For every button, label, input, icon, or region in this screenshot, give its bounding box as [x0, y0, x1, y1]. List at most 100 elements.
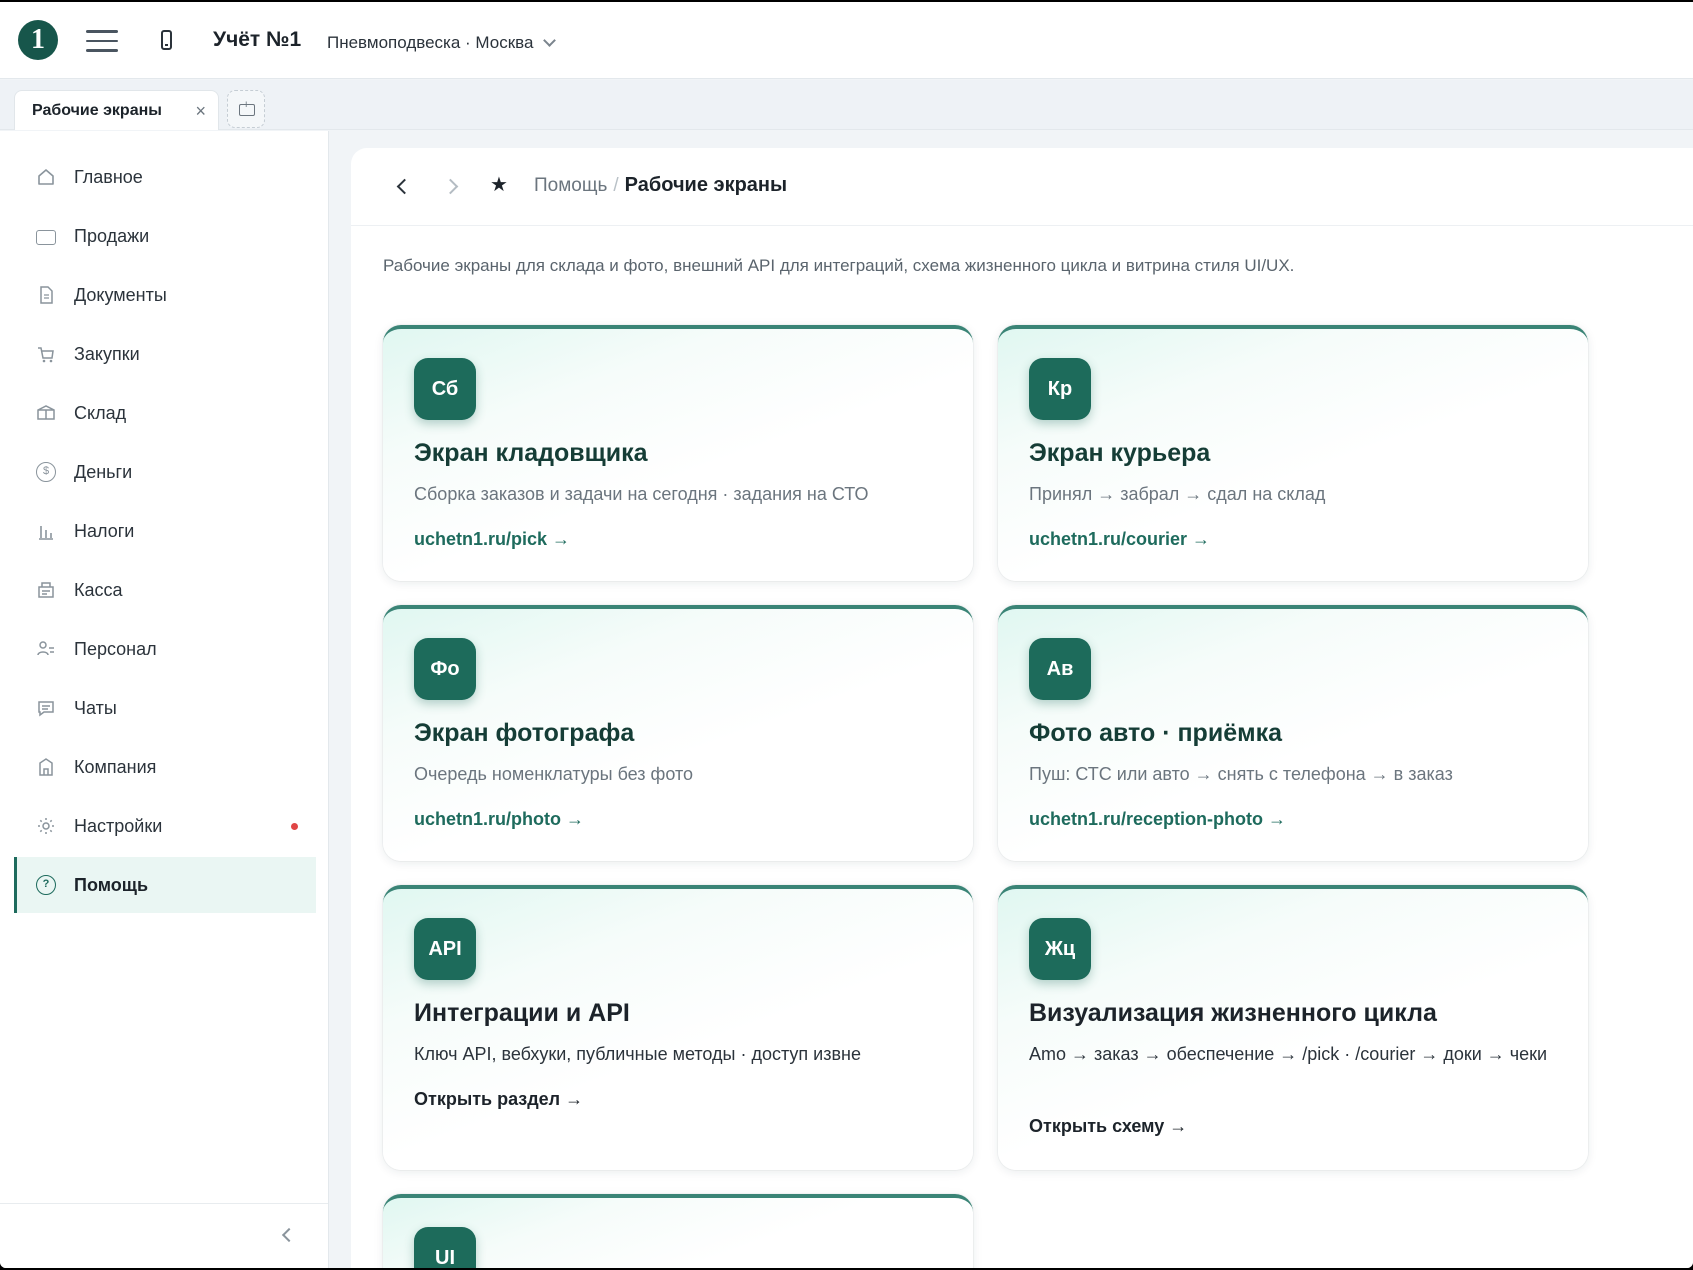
sidebar-item-taxes[interactable]: Налоги	[14, 503, 316, 559]
sidebar-item-sales[interactable]: Продажи	[14, 208, 316, 264]
card-car-photo[interactable]: Ав Фото авто · приёмка Пуш: СТС или авто…	[998, 605, 1588, 861]
card-title: Экран кладовщика	[414, 439, 648, 467]
sidebar-item-label: Чаты	[74, 697, 117, 718]
sidebar-item-label: Персонал	[74, 638, 157, 659]
card-link[interactable]: uchetn1.ru/reception-photo →	[1029, 809, 1286, 830]
sidebar-item-staff[interactable]: Персонал	[14, 621, 316, 677]
card-badge: Жц	[1029, 918, 1091, 980]
sidebar-item-purchases[interactable]: Закупки	[14, 326, 316, 382]
document-icon	[36, 285, 56, 305]
sidebar-item-label: Настройки	[74, 815, 163, 836]
cart-icon	[36, 344, 56, 364]
intro-text: Рабочие экраны для склада и фото, внешни…	[383, 256, 1295, 275]
card-badge: Сб	[414, 358, 476, 420]
sidebar-item-label: Касса	[74, 579, 123, 600]
phone-icon[interactable]	[161, 30, 172, 50]
sidebar-item-label: Документы	[74, 284, 167, 305]
sidebar-item-label: Налоги	[74, 520, 135, 541]
sidebar-item-label: Деньги	[74, 461, 133, 482]
close-icon[interactable]: ×	[195, 91, 206, 131]
sidebar-item-warehouse[interactable]: Склад	[14, 385, 316, 441]
app-title: Учёт №1	[213, 28, 302, 51]
card-title: Фото авто · приёмка	[1029, 719, 1283, 747]
chevron-down-icon	[543, 34, 557, 47]
company-name: Пневмоподвеска · Москва	[327, 33, 534, 52]
app-window: 1 Учёт №1 Пневмоподвеска · Москва Рабочи…	[0, 2, 1693, 1268]
card-ui[interactable]: UI	[383, 1194, 973, 1268]
card-link[interactable]: Открыть схему →	[1029, 1116, 1187, 1137]
card-lifecycle[interactable]: Жц Визуализация жизненного цикла Amo → з…	[998, 885, 1588, 1170]
sidebar-item-documents[interactable]: Документы	[14, 267, 316, 323]
sidebar-item-main[interactable]: Главное	[14, 149, 316, 205]
card-title: Экран фотографа	[414, 719, 635, 747]
menu-icon[interactable]	[86, 30, 118, 52]
card-desc: Amo → заказ → обеспечение → /pick · /cou…	[1029, 1044, 1548, 1064]
notification-dot	[291, 823, 298, 830]
breadcrumb-separator: /	[613, 175, 619, 196]
sidebar-item-label: Склад	[74, 402, 127, 423]
sidebar-item-company[interactable]: Компания	[14, 739, 316, 795]
sidebar-item-cashbox[interactable]: Касса	[14, 562, 316, 618]
cashbox-icon	[36, 580, 56, 600]
main-content: ★ Помощь / Рабочие экраны Рабочие экраны д…	[351, 148, 1693, 1268]
add-tab-button[interactable]	[227, 90, 265, 128]
card-photographer[interactable]: Фо Экран фотографа Очередь номенклатуры …	[383, 605, 973, 861]
settings-icon	[36, 816, 56, 836]
sidebar-item-label: Компания	[74, 756, 157, 777]
card-storekeeper[interactable]: Сб Экран кладовщика Сборка заказов и зад…	[383, 325, 973, 581]
collapse-sidebar-icon[interactable]	[281, 1227, 297, 1243]
company-icon	[36, 757, 56, 777]
tab-work-screens[interactable]: Рабочие экраны ×	[14, 90, 219, 130]
card-desc: Пуш: СТС или авто → снять с телефона → в…	[1029, 764, 1453, 784]
sidebar-item-label: Продажи	[74, 225, 150, 246]
breadcrumb: Помощь / Рабочие экраны	[534, 174, 787, 197]
card-courier[interactable]: Кр Экран курьера Принял → забрал → сдал …	[998, 325, 1588, 581]
tab-label: Рабочие экраны	[32, 102, 162, 119]
company-selector[interactable]: Пневмоподвеска · Москва	[327, 33, 557, 53]
folder-add-icon	[239, 99, 255, 116]
sidebar-item-help[interactable]: ? Помощь	[14, 857, 316, 913]
help-icon: ?	[36, 875, 56, 895]
sales-icon	[36, 230, 56, 245]
box-icon	[36, 403, 56, 423]
card-desc: Принял → забрал → сдал на склад	[1029, 484, 1326, 504]
chat-icon	[36, 698, 56, 718]
card-title: Экран курьера	[1029, 439, 1211, 467]
star-icon[interactable]: ★	[490, 172, 508, 197]
sidebar-footer	[0, 1203, 328, 1268]
tabs-row: Рабочие экраны ×	[0, 80, 1693, 130]
forward-arrow-icon[interactable]	[442, 178, 459, 195]
home-icon	[36, 167, 56, 187]
card-link[interactable]: Открыть раздел →	[414, 1089, 583, 1110]
card-badge: Кр	[1029, 358, 1091, 420]
sidebar-item-settings[interactable]: Настройки	[14, 798, 316, 854]
money-icon: $	[36, 462, 56, 482]
staff-icon	[36, 639, 56, 659]
sidebar-item-chats[interactable]: Чаты	[14, 680, 316, 736]
sidebar: Главное Продажи Документы Закупки Склад …	[0, 131, 329, 1268]
card-desc: Сборка заказов и задачи на сегодня · зад…	[414, 484, 869, 504]
card-link[interactable]: uchetn1.ru/photo →	[414, 809, 584, 830]
card-link[interactable]: uchetn1.ru/pick →	[414, 529, 570, 550]
breadcrumb-bar: ★ Помощь / Рабочие экраны	[351, 148, 1693, 226]
card-badge: Ав	[1029, 638, 1091, 700]
logo[interactable]: 1	[18, 20, 58, 60]
card-badge: Фо	[414, 638, 476, 700]
page-title: Рабочие экраны	[624, 174, 788, 196]
taxes-icon	[36, 521, 56, 541]
card-title: Визуализация жизненного цикла	[1029, 999, 1437, 1027]
card-badge: API	[414, 918, 476, 980]
card-desc: Очередь номенклатуры без фото	[414, 764, 694, 784]
card-badge: UI	[414, 1227, 476, 1268]
card-desc: Ключ API, вебхуки, публичные методы · до…	[414, 1044, 861, 1064]
card-api[interactable]: API Интеграции и API Ключ API, вебхуки, …	[383, 885, 973, 1170]
back-arrow-icon[interactable]	[396, 178, 413, 195]
breadcrumb-parent[interactable]: Помощь	[534, 175, 607, 196]
sidebar-item-label: Закупки	[74, 343, 140, 364]
sidebar-item-money[interactable]: $ Деньги	[14, 444, 316, 500]
sidebar-item-label: Помощь	[74, 874, 149, 895]
card-title: Интеграции и API	[414, 999, 630, 1027]
sidebar-item-label: Главное	[74, 166, 143, 187]
card-link[interactable]: uchetn1.ru/courier →	[1029, 529, 1210, 550]
top-bar: 1 Учёт №1 Пневмоподвеска · Москва	[0, 2, 1693, 79]
